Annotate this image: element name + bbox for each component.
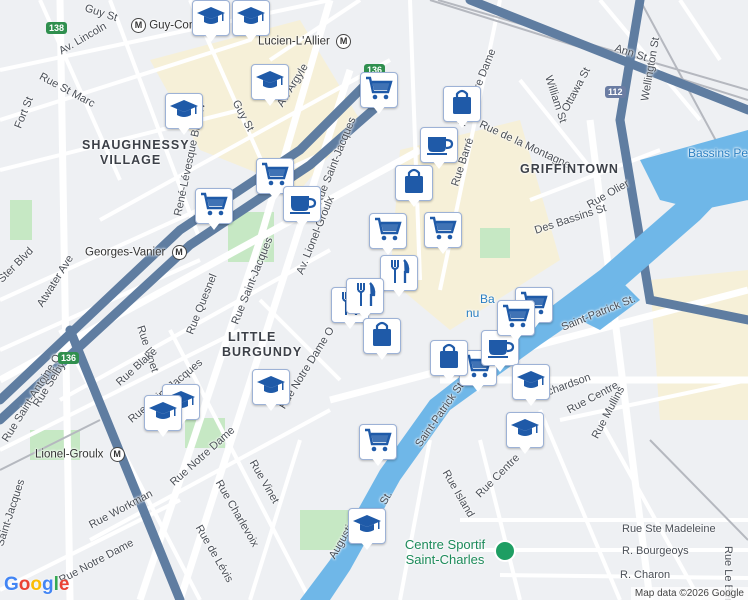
shopping-bag-icon bbox=[447, 88, 477, 121]
graduation-cap-icon bbox=[256, 371, 286, 404]
metro-station-lucien-lallier[interactable]: Lucien-L'Allier M bbox=[258, 34, 352, 49]
shopping-bag-icon bbox=[434, 342, 464, 375]
graduation-cap-icon bbox=[196, 2, 226, 35]
poi-marker[interactable] bbox=[232, 0, 270, 44]
fork-knife-icon bbox=[350, 280, 380, 313]
neighbourhood-label: LITTLE bbox=[228, 330, 277, 344]
highway-shield: 136 bbox=[58, 352, 80, 364]
park-pin-icon[interactable] bbox=[494, 540, 516, 562]
poi-marker[interactable] bbox=[497, 300, 535, 344]
google-logo: Google bbox=[4, 574, 70, 595]
street-label: R. Charon bbox=[620, 569, 671, 581]
poi-marker[interactable] bbox=[348, 508, 386, 552]
map-attribution[interactable]: Map data ©2026 Google bbox=[630, 587, 748, 600]
park-label: Centre Sportif Saint-Charles bbox=[404, 537, 486, 567]
water-label: Bassins Pe bbox=[688, 146, 748, 160]
poi-marker[interactable] bbox=[165, 93, 203, 137]
street-label: R. Bourgeoys bbox=[622, 545, 689, 557]
poi-marker[interactable] bbox=[359, 424, 397, 468]
shopping-cart-icon bbox=[363, 426, 393, 459]
neighbourhood-label: GRIFFINTOWN bbox=[520, 162, 619, 176]
metro-icon: M bbox=[109, 447, 125, 462]
neighbourhood-label: SHAUGHNESSY bbox=[82, 138, 190, 152]
poi-marker[interactable] bbox=[363, 318, 401, 362]
coffee-cup-icon bbox=[424, 129, 454, 162]
station-label: Georges-Vanier bbox=[85, 246, 166, 259]
poi-marker[interactable] bbox=[346, 278, 384, 322]
graduation-cap-icon bbox=[148, 397, 178, 430]
station-label: Lionel-Groulx bbox=[35, 448, 104, 461]
poi-marker[interactable] bbox=[283, 186, 321, 230]
map-canvas[interactable]: Guy St Av. Lincoln Rue St Marc Fort St A… bbox=[0, 0, 748, 600]
fork-knife-icon bbox=[384, 257, 414, 290]
poi-marker[interactable] bbox=[506, 412, 544, 456]
metro-station-georges-vanier[interactable]: Georges-Vanier M bbox=[85, 245, 187, 260]
graduation-cap-icon bbox=[255, 66, 285, 99]
highway-shield: 112 bbox=[605, 86, 626, 98]
poi-marker[interactable] bbox=[360, 72, 398, 116]
coffee-cup-icon bbox=[287, 188, 317, 221]
poi-marker[interactable] bbox=[512, 364, 550, 408]
graduation-cap-icon bbox=[516, 366, 546, 399]
metro-icon: M bbox=[336, 34, 352, 49]
metro-icon: M bbox=[131, 18, 146, 33]
shopping-cart-icon bbox=[364, 74, 394, 107]
shopping-bag-icon bbox=[367, 320, 397, 353]
shopping-cart-icon bbox=[373, 215, 403, 248]
street-label: Rue Ste Madeleine bbox=[622, 523, 716, 535]
graduation-cap-icon bbox=[510, 414, 540, 447]
graduation-cap-icon bbox=[236, 2, 266, 35]
shopping-bag-icon bbox=[399, 167, 429, 200]
poi-marker[interactable] bbox=[443, 86, 481, 130]
water-label: Ba bbox=[480, 292, 495, 306]
poi-marker[interactable] bbox=[144, 395, 182, 439]
graduation-cap-icon bbox=[352, 510, 382, 543]
highway-shield: 138 bbox=[46, 22, 68, 34]
water-label: nu bbox=[466, 306, 480, 320]
metro-station-lionel-groulx[interactable]: Lionel-Groulx M bbox=[35, 447, 125, 462]
shopping-cart-icon bbox=[199, 190, 229, 223]
poi-marker[interactable] bbox=[395, 165, 433, 209]
neighbourhood-label: VILLAGE bbox=[100, 153, 162, 167]
poi-marker[interactable] bbox=[251, 64, 289, 108]
poi-marker[interactable] bbox=[252, 369, 290, 413]
metro-icon: M bbox=[171, 245, 187, 260]
shopping-cart-icon bbox=[428, 214, 458, 247]
neighbourhood-label: BURGUNDY bbox=[222, 345, 303, 359]
poi-marker[interactable] bbox=[369, 213, 407, 257]
poi-marker[interactable] bbox=[195, 188, 233, 232]
poi-marker[interactable] bbox=[424, 212, 462, 256]
shopping-cart-icon bbox=[501, 302, 531, 335]
poi-marker[interactable] bbox=[430, 340, 468, 384]
poi-marker[interactable] bbox=[192, 0, 230, 44]
poi-marker[interactable] bbox=[380, 255, 418, 299]
graduation-cap-icon bbox=[169, 95, 199, 128]
